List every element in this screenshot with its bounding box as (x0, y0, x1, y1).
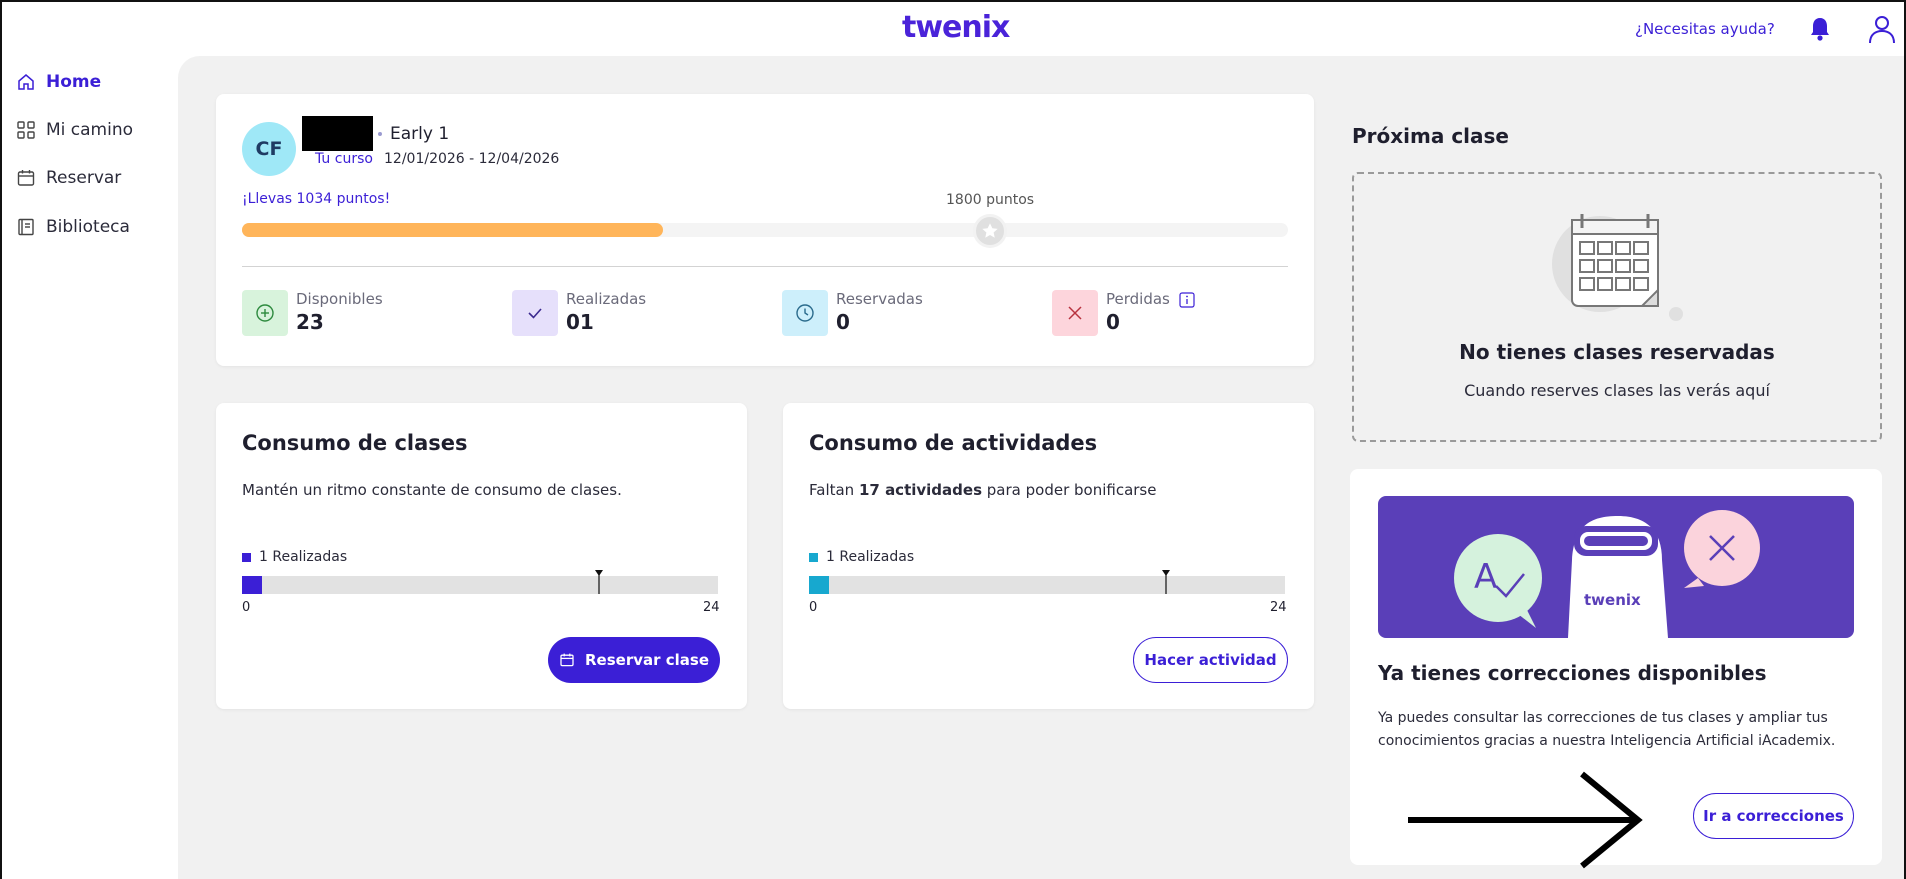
card-title: Consumo de actividades (809, 431, 1098, 455)
stat-value: 0 (1106, 310, 1120, 334)
points-progress-bar (242, 223, 1288, 237)
course-label: Tu curso (315, 151, 373, 167)
bar-max-label: 24 (703, 600, 720, 615)
svg-text:A: A (1474, 557, 1497, 597)
button-label: Reservar clase (585, 651, 709, 669)
arrow-annotation-icon (1408, 771, 1643, 869)
bell-icon[interactable] (1808, 16, 1832, 42)
stat-label: Disponibles (296, 290, 383, 308)
activity-consumption-card: Consumo de actividades Faltan 17 activid… (783, 403, 1314, 709)
help-link[interactable]: ¿Necesitas ayuda? (1635, 20, 1775, 38)
sidebar-item-mi-camino[interactable]: Mi camino (16, 116, 133, 144)
star-icon (973, 214, 1007, 248)
corrections-description: Ya puedes consultar las correcciones de … (1378, 710, 1836, 749)
course-dates: 12/01/2026 - 12/04/2026 (384, 151, 560, 167)
next-class-title: Próxima clase (1352, 124, 1509, 148)
stat-label: Realizadas (566, 290, 647, 308)
x-icon (1052, 290, 1098, 336)
sidebar-item-home[interactable]: Home (16, 68, 101, 96)
info-icon[interactable] (1179, 292, 1195, 308)
separator-dot (378, 132, 382, 136)
class-progress-bar (242, 570, 718, 594)
clock-icon (782, 290, 828, 336)
do-activity-button[interactable]: Hacer actividad (1133, 637, 1288, 683)
empty-state-title: No tienes clases reservadas (1459, 340, 1775, 364)
book-icon (18, 218, 34, 236)
chart-legend: 1 Realizadas (809, 549, 914, 565)
avatar[interactable]: CF (242, 122, 296, 176)
legend-label: 1 Realizadas (826, 549, 915, 565)
target-marker (1162, 570, 1170, 594)
target-marker (595, 570, 603, 594)
stat-value: 23 (296, 310, 324, 334)
user-icon[interactable] (1868, 14, 1896, 44)
check-icon (512, 290, 558, 336)
stat-label: Perdidas (1106, 290, 1170, 308)
profile-card: CF Early 1 Tu curso 12/01/2026 - 12/04/2… (216, 94, 1314, 366)
card-title: Consumo de clases (242, 431, 468, 455)
banner-logo: twenix (1584, 591, 1641, 609)
points-progress-fill (242, 223, 663, 237)
robot-illustration-icon: A twenix (1454, 510, 1760, 638)
sidebar: Home Mi camino Reservar Biblioteca (2, 56, 178, 879)
go-to-corrections-button[interactable]: Ir a correcciones (1693, 793, 1854, 839)
next-class-empty-state: No tienes clases reservadas Cuando reser… (1352, 172, 1882, 442)
class-consumption-card: Consumo de clases Mantén un ritmo consta… (216, 403, 747, 709)
sidebar-item-label: Mi camino (46, 120, 134, 140)
stat-label: Reservadas (836, 290, 923, 308)
empty-state-description: Cuando reserves clases las verás aquí (1464, 381, 1770, 400)
plus-circle-icon (242, 290, 288, 336)
course-level: Early 1 (390, 124, 450, 144)
reserve-class-button[interactable]: Reservar clase (548, 637, 720, 683)
bar-max-label: 24 (1270, 600, 1287, 615)
chart-legend: 1 Realizadas (242, 549, 347, 565)
calendar-icon (560, 653, 574, 667)
twenix-logo[interactable]: twenix (902, 10, 1010, 45)
card-description: Mantén un ritmo constante de consumo de … (242, 481, 622, 499)
description-suffix: para poder bonificarse (982, 481, 1157, 499)
grid-icon (17, 121, 35, 139)
bar-min-label: 0 (242, 600, 251, 615)
activity-progress-fill (809, 576, 829, 594)
sidebar-item-label: Reservar (46, 168, 122, 188)
corrections-title: Ya tienes correcciones disponibles (1378, 661, 1767, 685)
points-goal: 1800 puntos (946, 192, 1035, 208)
sidebar-item-label: Biblioteca (46, 217, 130, 237)
stat-value: 01 (566, 310, 594, 334)
card-description: Faltan 17 actividades para poder bonific… (809, 481, 1156, 499)
divider (242, 266, 1288, 267)
description-prefix: Faltan (809, 481, 859, 499)
legend-swatch (242, 552, 251, 562)
sidebar-item-label: Home (46, 72, 102, 92)
calendar-illustration-icon (1552, 214, 1683, 321)
sidebar-item-biblioteca[interactable]: Biblioteca (16, 213, 130, 241)
top-header: twenix ¿Necesitas ayuda? (2, 2, 1904, 56)
description-bold: 17 actividades (858, 481, 983, 499)
legend-swatch (809, 552, 818, 562)
home-icon (18, 74, 34, 90)
corrections-banner: A twenix (1378, 496, 1854, 638)
sidebar-item-reservar[interactable]: Reservar (16, 164, 121, 192)
calendar-icon (17, 170, 35, 186)
points-text: ¡Llevas 1034 puntos! (242, 191, 391, 207)
activity-progress-bar (809, 570, 1285, 594)
class-progress-fill (242, 576, 262, 594)
bar-min-label: 0 (809, 600, 818, 615)
stat-value: 0 (836, 310, 850, 334)
redacted-name (302, 116, 373, 151)
legend-label: 1 Realizadas (259, 549, 348, 565)
